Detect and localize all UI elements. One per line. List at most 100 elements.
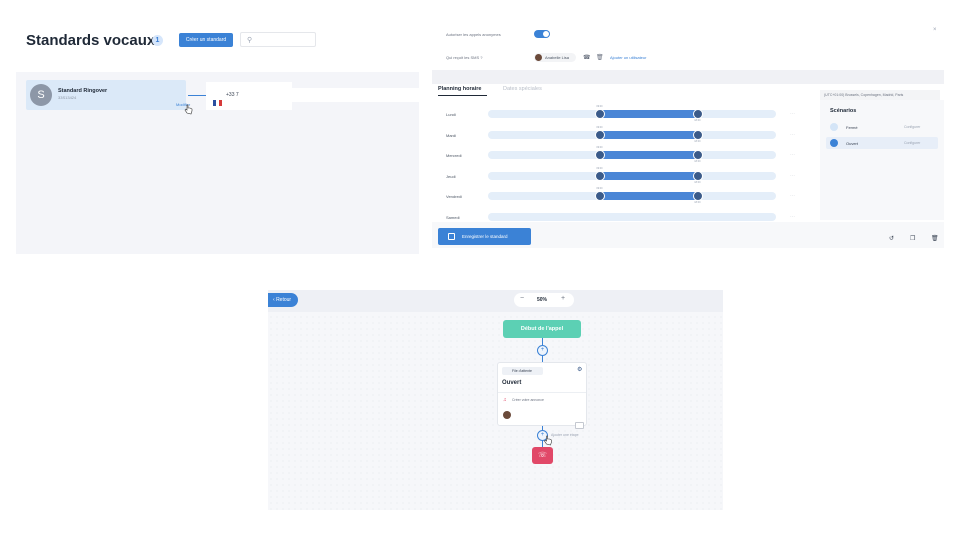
page-title: Standards vocaux [26, 32, 156, 49]
section-separator [432, 70, 944, 84]
queue-badge: File d'attente [502, 367, 543, 375]
end-handle[interactable] [693, 191, 704, 201]
history-icon[interactable]: ↺ [889, 235, 894, 242]
comment-icon[interactable] [575, 422, 584, 429]
trash-icon[interactable]: 🗑 [596, 54, 604, 61]
close-time: 18:00 [694, 201, 701, 204]
more-options-icon[interactable]: ⋯ [790, 173, 795, 179]
headset-icon[interactable]: ☎ [583, 54, 590, 61]
open-time: 09:00 [596, 146, 603, 149]
open-time: 09:00 [596, 187, 603, 190]
day-label: Mardi [446, 132, 457, 138]
tab-planning[interactable]: Planning horaire [438, 86, 481, 92]
scenario-open[interactable]: Ouvert Configurer [826, 137, 938, 149]
save-standard-button[interactable]: Enregistrer le standard [438, 228, 531, 245]
queue-node[interactable]: File d'attente ⚙ Ouvert ♫ Créer votre an… [497, 362, 587, 426]
create-standard-button[interactable]: Créer un standard [179, 33, 233, 47]
node-title: Ouvert [502, 380, 522, 386]
standards-header: Standards vocaux 1 Créer un standard ⚲ [16, 16, 419, 72]
user-chip[interactable]: Anabelle Lisa [534, 53, 576, 62]
time-range-slider[interactable]: 09:00 18:00 [488, 146, 776, 163]
user-name: Anabelle Lisa [545, 55, 570, 60]
save-label: Enregistrer le standard [462, 234, 508, 239]
time-range-slider[interactable]: 09:00 18:00 [488, 187, 776, 204]
footer-bar: Enregistrer le standard ↺ ❐ 🗑 [432, 222, 944, 248]
france-flag-icon [213, 93, 222, 106]
sms-recipient-label: Qui reçoit les SMS ? [446, 55, 483, 60]
editor-toolbar: ‹ Retour − 50% + [268, 290, 723, 312]
anonymous-calls-label: Autoriser les appels anonymes [446, 32, 501, 37]
open-hours-fill [600, 110, 699, 118]
close-icon[interactable]: × [933, 27, 937, 33]
back-label: Retour [276, 297, 292, 303]
open-time: 09:00 [596, 166, 603, 170]
close-time: 18:00 [694, 160, 701, 163]
search-input[interactable]: ⚲ [240, 32, 316, 47]
flow-editor: ‹ Retour − 50% + Début de l'appel + File… [268, 290, 723, 510]
end-handle[interactable] [693, 170, 704, 181]
end-handle[interactable] [693, 150, 704, 160]
call-start-node[interactable]: Début de l'appel [503, 320, 581, 338]
create-announcement-link[interactable]: Créer votre annonce [512, 398, 544, 402]
scenario-name: Fermé [846, 125, 858, 130]
more-options-icon[interactable]: ⋯ [790, 132, 795, 138]
day-label: Vendredi [446, 194, 462, 199]
day-label: Mercredi [446, 153, 462, 158]
standards-panel: Standards vocaux 1 Créer un standard ⚲ S… [16, 16, 419, 254]
add-step-icon[interactable]: + [537, 345, 548, 356]
standard-card[interactable]: S Standard Ringover 33S13424 Modifier [26, 80, 193, 115]
more-options-icon[interactable]: ⋯ [790, 214, 795, 220]
time-range-slider[interactable]: 09:00 18:00 [488, 167, 776, 184]
add-user-link[interactable]: Ajouter un utilisateur [610, 55, 646, 60]
copy-icon[interactable]: ❐ [910, 235, 915, 242]
day-label: Samedi [446, 214, 460, 220]
timezone-select[interactable]: (UTC+01:00) Brussels, Copenhagen, Madrid… [820, 90, 940, 100]
planning-panel: Autoriser les appels anonymes × Qui reço… [432, 16, 944, 248]
day-label: Lundi [446, 112, 456, 117]
open-time: 09:00 [596, 125, 603, 129]
music-icon: ♫ [503, 397, 507, 403]
divider [291, 88, 419, 102]
zoom-out-icon[interactable]: − [520, 295, 524, 302]
add-step-label[interactable]: Ajouter une étape [551, 433, 579, 437]
gear-icon[interactable]: ⚙ [577, 366, 582, 373]
zoom-level: 50% [537, 297, 548, 303]
scenario-color [830, 139, 838, 147]
close-time: 18:00 [694, 139, 701, 143]
open-time: 09:00 [596, 105, 603, 108]
configure-link[interactable]: Configurer [904, 125, 920, 129]
time-range-slider[interactable]: 09:00 18:00 [488, 126, 776, 143]
more-options-icon[interactable]: ⋯ [790, 193, 795, 199]
user-avatar [535, 54, 542, 61]
configure-link[interactable]: Configurer [904, 141, 920, 145]
hang-up-icon[interactable]: ☏ [532, 447, 553, 464]
phone-number-box: +33 7 [206, 82, 292, 110]
zoom-in-icon[interactable]: + [561, 295, 565, 302]
tab-special-dates[interactable]: Dates spéciales [503, 86, 542, 92]
close-time: 18:00 [694, 180, 701, 184]
trash-icon[interactable]: 🗑 [931, 235, 939, 242]
count-badge: 1 [152, 35, 163, 46]
hand-cursor-icon [184, 104, 193, 115]
zoom-control: − 50% + [514, 293, 574, 307]
scenario-closed[interactable]: Fermé Configurer [826, 121, 938, 133]
open-hours-fill [600, 151, 699, 159]
day-label: Jeudi [446, 173, 456, 179]
time-range-slider[interactable]: 09:00 18:00 [488, 105, 776, 122]
more-options-icon[interactable]: ⋯ [790, 111, 795, 117]
end-handle[interactable] [693, 129, 704, 140]
scenarios-panel: Scénarios Fermé Configurer Ouvert Config… [820, 100, 944, 220]
more-options-icon[interactable]: ⋯ [790, 152, 795, 158]
standard-number: 33S13424 [58, 95, 77, 100]
time-range-slider[interactable] [488, 212, 776, 221]
close-time: 18:00 [694, 119, 701, 122]
end-handle[interactable] [693, 109, 704, 119]
start-handle[interactable] [595, 170, 606, 181]
anonymous-calls-toggle[interactable] [534, 30, 550, 38]
scenarios-title: Scénarios [830, 108, 857, 114]
standard-name: Standard Ringover [58, 88, 108, 94]
back-button[interactable]: ‹ Retour [268, 293, 298, 307]
open-hours-fill [600, 130, 699, 139]
node-divider [498, 392, 586, 393]
start-handle[interactable] [595, 129, 606, 140]
